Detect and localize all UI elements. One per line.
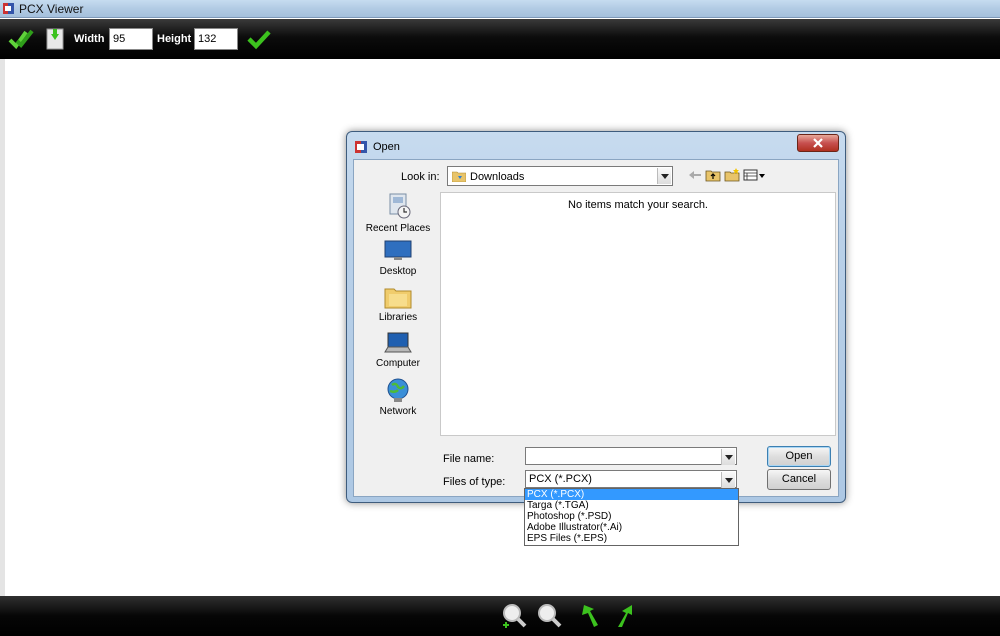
look-in-combo[interactable]: Downloads [447,166,673,186]
dialog-title: Open [373,141,400,153]
recent-places-icon [389,193,411,219]
file-name-input[interactable] [525,447,737,465]
dialog-body: Look in: Downloads Recent Places Desktop… [353,159,839,497]
place-label: Network [379,406,417,417]
close-icon [813,138,823,148]
folder-icon [452,171,466,182]
apply-checkmark-icon[interactable] [246,26,272,52]
open-button[interactable]: Open [767,446,831,467]
file-name-label: File name: [443,453,495,465]
file-list[interactable]: No items match your search. [440,192,836,436]
up-folder-icon[interactable] [705,167,721,183]
new-folder-icon[interactable] [724,167,740,183]
file-type-option-psd[interactable]: Photoshop (*.PSD) [525,511,738,522]
zoom-in-icon[interactable] [500,601,530,631]
view-menu-icon[interactable] [743,167,767,183]
file-type-option-eps[interactable]: EPS Files (*.EPS) [525,533,738,544]
empty-message: No items match your search. [568,199,708,211]
place-recent-places[interactable]: Recent Places [358,192,438,234]
width-label: Width [74,33,105,45]
chevron-down-icon[interactable] [721,449,735,465]
look-in-value: Downloads [470,171,525,183]
files-of-type-value: PCX (*.PCX) [529,473,592,485]
window-titlebar: PCX Viewer [0,0,1000,18]
place-libraries[interactable]: Libraries [358,285,438,323]
desktop-icon [384,240,412,260]
rotate-left-icon[interactable] [574,601,604,631]
window-title: PCX Viewer [19,2,84,16]
network-icon [387,378,409,402]
computer-icon [384,332,412,353]
files-of-type-label: Files of type: [443,476,506,488]
top-toolbar: Width Height [0,19,1000,59]
height-input[interactable] [194,28,238,50]
rotate-right-icon[interactable] [610,601,640,631]
chevron-down-icon[interactable] [721,472,735,488]
width-input[interactable] [109,28,153,50]
place-label: Libraries [378,312,418,323]
place-desktop[interactable]: Desktop [358,239,438,277]
zoom-out-icon[interactable] [535,601,565,631]
cancel-button[interactable]: Cancel [767,469,831,490]
look-in-label: Look in: [401,171,440,183]
chevron-down-icon[interactable] [657,168,671,184]
checkmark-double-icon[interactable] [8,26,34,52]
app-icon [3,3,14,14]
libraries-icon [384,288,412,309]
places-bar: Recent Places Desktop Libraries Computer… [358,192,438,437]
place-label: Recent Places [365,223,431,234]
file-type-option-pcx[interactable]: PCX (*.PCX) [525,489,738,500]
place-label: Computer [376,358,420,369]
back-arrow-icon[interactable] [687,167,703,183]
open-dialog: Open Look in: Downloads Recent Places De… [346,131,846,503]
save-icon[interactable] [42,26,68,52]
dialog-close-button[interactable] [797,134,839,152]
place-label: Desktop [379,266,417,277]
file-type-option-tga[interactable]: Targa (*.TGA) [525,500,738,511]
file-type-dropdown-list: PCX (*.PCX) Targa (*.TGA) Photoshop (*.P… [524,488,739,546]
place-computer[interactable]: Computer [358,331,438,369]
dialog-app-icon [355,141,367,153]
place-network[interactable]: Network [358,377,438,417]
height-label: Height [157,33,192,45]
files-of-type-select[interactable]: PCX (*.PCX) [525,470,737,488]
file-type-option-ai[interactable]: Adobe Illustrator(*.Ai) [525,522,738,533]
bottom-toolbar [0,596,1000,636]
